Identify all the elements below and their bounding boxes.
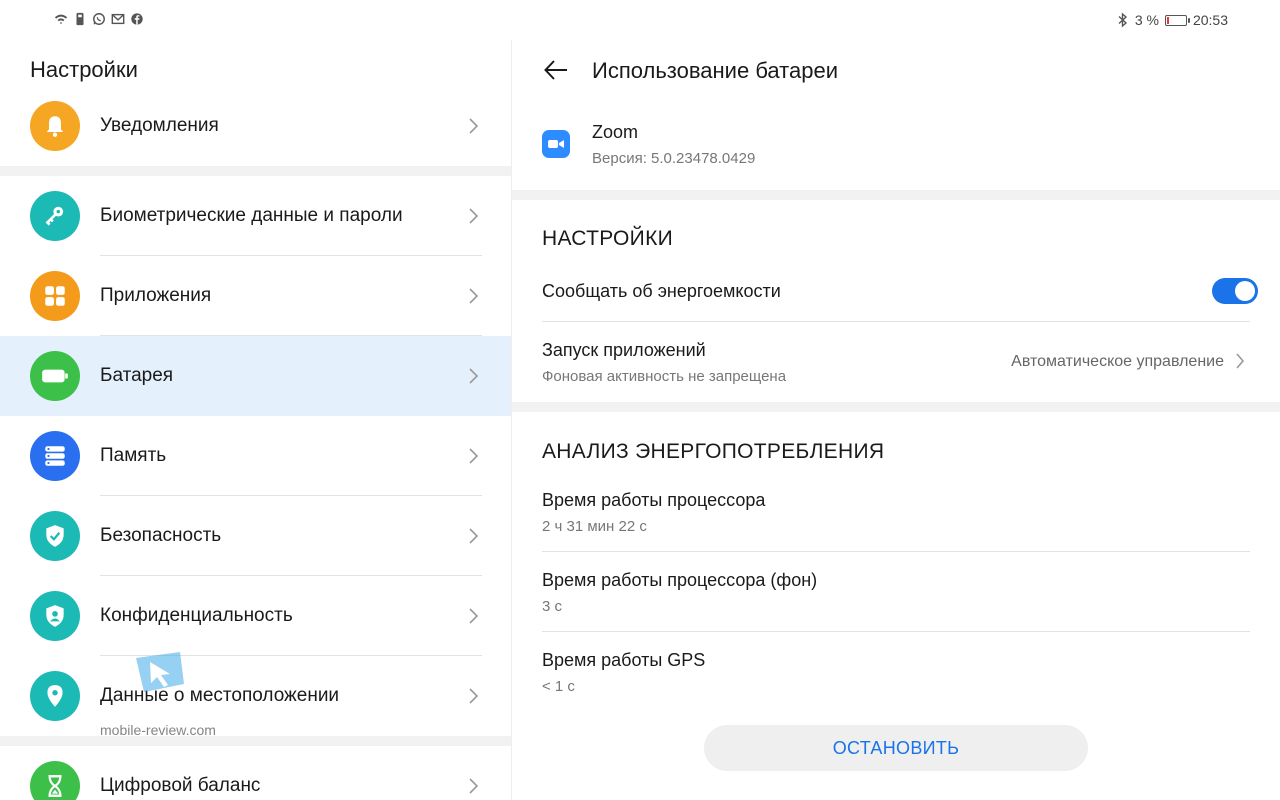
settings-item-battery[interactable]: Батарея [0, 336, 511, 416]
settings-item-label: Память [100, 445, 167, 466]
page-title: Настройки [30, 57, 138, 82]
settings-section-title: НАСТРОЙКИ [542, 227, 674, 250]
app-launch-value: Автоматическое управление [1011, 353, 1224, 370]
cpu-background-time-value: 3 с [542, 598, 563, 615]
settings-item-notifications[interactable]: Уведомления [0, 86, 511, 166]
settings-item-location[interactable]: Данные о местоположении [0, 656, 511, 736]
app-launch-label: Запуск приложений [542, 340, 706, 360]
settings-item-label: Батарея [100, 365, 174, 386]
settings-item-label: Биометрические данные и пароли [100, 205, 403, 226]
bell-icon [30, 101, 80, 151]
storage-icon [30, 431, 80, 481]
settings-item-apps[interactable]: Приложения [0, 256, 511, 336]
gps-time-value: < 1 с [542, 678, 575, 695]
battery-level-fill [1166, 16, 1169, 24]
location-pin-icon [30, 671, 80, 721]
divider [542, 631, 1250, 632]
settings-item-label: Данные о местоположении [100, 685, 340, 706]
chevron-right-icon [469, 118, 479, 134]
page-title: Использование батареи [592, 58, 838, 83]
battery-percent: 3 % [1134, 12, 1159, 28]
toggle-knob [1235, 281, 1255, 301]
chevron-right-icon [469, 778, 479, 794]
settings-item-privacy[interactable]: Конфиденциальность [0, 576, 511, 656]
section-separator [512, 402, 1280, 412]
group-separator [0, 166, 511, 176]
status-bar-notification-icons [54, 12, 144, 26]
force-stop-button[interactable]: ОСТАНОВИТЬ [704, 725, 1088, 771]
app-launch-subtitle: Фоновая активность не запрещена [542, 368, 787, 385]
settings-item-label: Приложения [100, 285, 212, 306]
cpu-time-value: 2 ч 31 мин 22 с [542, 518, 647, 535]
settings-item-biometrics[interactable]: Биометрические данные и пароли [0, 176, 511, 256]
mail-icon [111, 13, 125, 25]
bluetooth-icon [1118, 12, 1127, 28]
clock: 20:53 [1192, 12, 1228, 28]
shield-check-icon [30, 511, 80, 561]
settings-item-label: Конфиденциальность [100, 605, 293, 626]
chevron-right-icon [469, 608, 479, 624]
settings-item-label: Безопасность [100, 525, 222, 546]
battery-usage-pane: Использование батареи Zoom Версия: 5.0.2… [512, 40, 1280, 800]
cpu-background-time-label: Время работы процессора (фон) [542, 570, 818, 590]
gps-time-label: Время работы GPS [542, 650, 706, 670]
battery-status-icon [1164, 14, 1190, 26]
chevron-right-icon [469, 528, 479, 544]
group-separator [0, 736, 511, 746]
chevron-right-icon [469, 288, 479, 304]
chevron-right-icon [469, 688, 479, 704]
notify-energy-toggle[interactable] [1212, 278, 1258, 304]
chevron-right-icon [469, 448, 479, 464]
settings-item-storage[interactable]: Память [0, 416, 511, 496]
chevron-right-icon [469, 208, 479, 224]
divider [542, 321, 1250, 322]
whatsapp-icon [93, 13, 105, 25]
apps-grid-icon [30, 271, 80, 321]
app-version: Версия: 5.0.23478.0429 [592, 150, 756, 167]
status-bar: 3 % 20:53 [0, 0, 1280, 40]
chevron-right-icon [1236, 353, 1245, 369]
battery-icon [30, 351, 80, 401]
settings-item-security[interactable]: Безопасность [0, 496, 511, 576]
wifi-icon [54, 14, 68, 25]
settings-list-pane: Настройки Уведомления Биометрические дан… [0, 40, 512, 800]
divider [542, 551, 1250, 552]
status-bar-system: 3 % 20:53 [1117, 12, 1228, 28]
cpu-time-label: Время работы процессора [542, 490, 766, 510]
sim-icon [76, 12, 84, 26]
notify-energy-label: Сообщать об энергоемкости [542, 281, 781, 301]
back-arrow-icon[interactable] [542, 56, 570, 84]
settings-item-digital-balance[interactable]: Цифровой баланс [0, 746, 511, 800]
key-icon [30, 191, 80, 241]
facebook-icon [131, 13, 143, 25]
analysis-section-title: АНАЛИЗ ЭНЕРГОПОТРЕБЛЕНИЯ [542, 440, 885, 463]
hourglass-icon [30, 761, 80, 800]
chevron-right-icon [469, 368, 479, 384]
section-separator [512, 190, 1280, 200]
settings-item-label: Цифровой баланс [100, 775, 261, 796]
zoom-camera-icon [542, 130, 570, 158]
settings-item-label: Уведомления [100, 115, 219, 136]
app-name: Zoom [592, 122, 639, 142]
privacy-icon [30, 591, 80, 641]
